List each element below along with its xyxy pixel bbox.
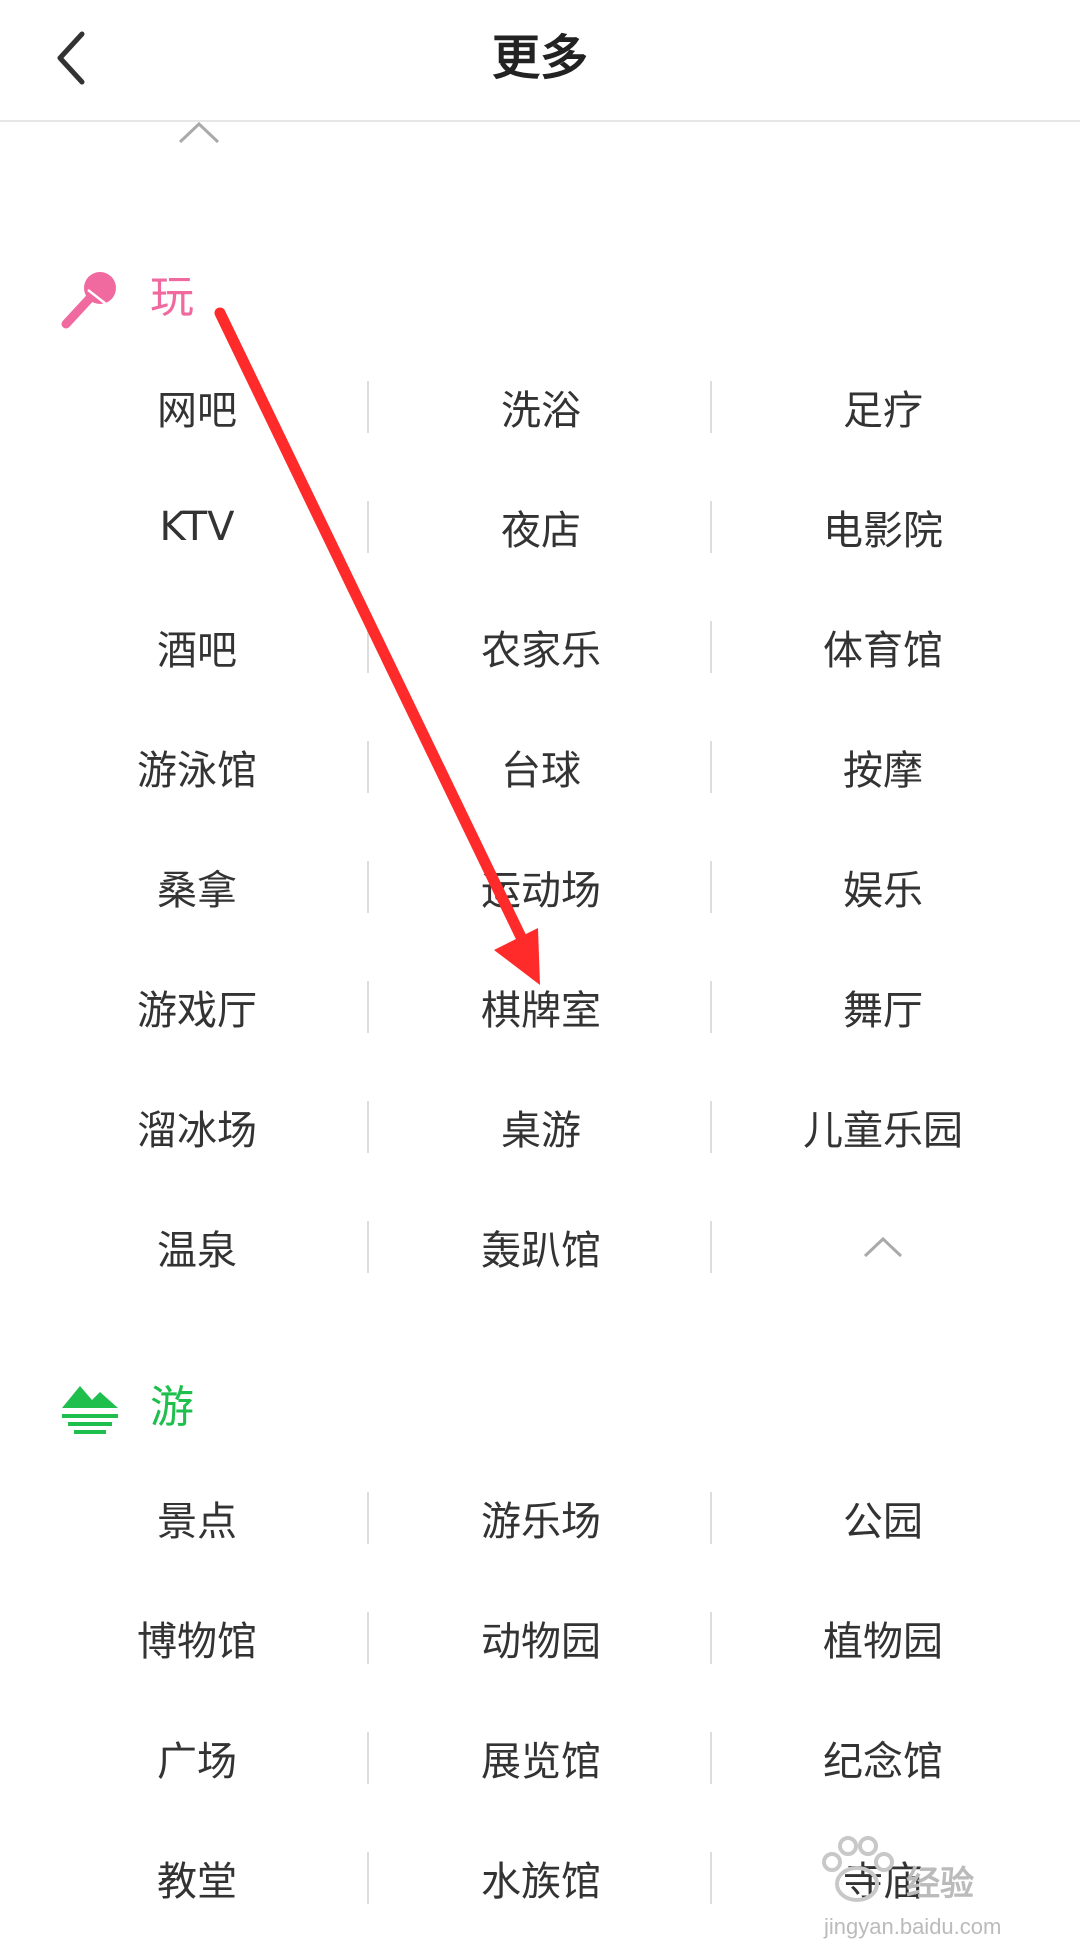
- category-item[interactable]: 台球: [370, 707, 712, 827]
- category-item-label: 轰趴馆: [481, 1228, 601, 1274]
- watermark-url: jingyan.baidu.com: [824, 1914, 1002, 1939]
- category-item-label: 教堂: [157, 1859, 237, 1905]
- category-item[interactable]: 棋牌室: [370, 947, 712, 1067]
- category-item[interactable]: 植物园: [712, 1578, 1054, 1698]
- category-item-label: 游戏厅: [137, 988, 257, 1034]
- category-item[interactable]: 广场: [26, 1698, 368, 1818]
- section-title-play: 玩: [150, 272, 194, 323]
- category-item[interactable]: 娱乐: [712, 827, 1054, 947]
- category-item[interactable]: 电影院: [712, 467, 1054, 587]
- category-item[interactable]: 足疗: [712, 347, 1054, 467]
- category-item[interactable]: 体育馆: [712, 587, 1054, 707]
- category-item[interactable]: 按摩: [712, 707, 1054, 827]
- category-item-label: 温泉: [157, 1228, 237, 1274]
- category-item[interactable]: 温泉: [26, 1187, 368, 1307]
- baidu-jingyan-watermark: 经验 jingyan.baidu.com: [806, 1828, 1066, 1948]
- section-title-travel: 游: [150, 1382, 194, 1433]
- top-bar: 更多: [0, 0, 1080, 122]
- category-item[interactable]: 网吧: [26, 347, 368, 467]
- chevron-up-icon: [863, 1236, 903, 1258]
- category-item-label: 儿童乐园: [803, 1108, 963, 1154]
- category-item[interactable]: 夜店: [370, 467, 712, 587]
- category-item[interactable]: 景点: [26, 1458, 368, 1578]
- category-item-label: 酒吧: [157, 628, 237, 674]
- category-item[interactable]: 动物园: [370, 1578, 712, 1698]
- category-item[interactable]: 儿童乐园: [712, 1067, 1054, 1187]
- section-header-travel: 游: [0, 1370, 1080, 1450]
- category-item-label: 溜冰场: [137, 1108, 257, 1154]
- category-item-label: 舞厅: [843, 988, 923, 1034]
- category-item-label: 游乐场: [481, 1499, 601, 1545]
- category-item-label: 植物园: [823, 1619, 943, 1665]
- category-item[interactable]: 桌游: [370, 1067, 712, 1187]
- category-item-label: 按摩: [843, 748, 923, 794]
- category-item[interactable]: 洗浴: [370, 347, 712, 467]
- category-item[interactable]: 游戏厅: [26, 947, 368, 1067]
- category-item-label: 体育馆: [823, 628, 943, 674]
- category-item[interactable]: 农家乐: [370, 587, 712, 707]
- category-item[interactable]: KTV: [26, 467, 368, 587]
- category-item-label: 水族馆: [481, 1859, 601, 1905]
- category-item-label: 娱乐: [843, 868, 923, 914]
- microphone-icon: [58, 268, 122, 332]
- category-item-label: 台球: [501, 748, 581, 794]
- category-item-label: 足疗: [843, 388, 923, 434]
- category-item-label: 桌游: [501, 1108, 581, 1154]
- collapse-section-button[interactable]: [712, 1187, 1054, 1307]
- category-item-label: 洗浴: [501, 388, 581, 434]
- category-item[interactable]: 展览馆: [370, 1698, 712, 1818]
- category-item[interactable]: 游泳馆: [26, 707, 368, 827]
- category-item-label: 电影院: [823, 508, 943, 554]
- category-item-label: 农家乐: [481, 628, 601, 674]
- category-item-label: 游泳馆: [137, 748, 257, 794]
- category-item-label: 运动场: [481, 868, 601, 914]
- category-item[interactable]: 教堂: [26, 1818, 368, 1938]
- category-item[interactable]: 桑拿: [26, 827, 368, 947]
- category-item[interactable]: 舞厅: [712, 947, 1054, 1067]
- category-item-label: 网吧: [157, 388, 237, 434]
- category-item-label: KTV: [159, 504, 235, 550]
- category-item-label: 展览馆: [481, 1739, 601, 1785]
- paw-logo-icon: [822, 1836, 894, 1902]
- section-header-play: 玩: [0, 260, 1080, 340]
- category-item[interactable]: 水族馆: [370, 1818, 712, 1938]
- category-item-label: 博物馆: [137, 1619, 257, 1665]
- category-item-label: 棋牌室: [481, 988, 601, 1034]
- category-item[interactable]: 纪念馆: [712, 1698, 1054, 1818]
- category-item-label: 夜店: [501, 508, 581, 554]
- category-item-label: 公园: [843, 1499, 923, 1545]
- category-item-label: 桑拿: [157, 868, 237, 914]
- category-item[interactable]: 酒吧: [26, 587, 368, 707]
- page-title: 更多: [491, 30, 588, 86]
- category-item[interactable]: 公园: [712, 1458, 1054, 1578]
- category-item[interactable]: 运动场: [370, 827, 712, 947]
- category-item-label: 纪念馆: [823, 1739, 943, 1785]
- category-item-label: 广场: [157, 1739, 237, 1785]
- category-item[interactable]: 轰趴馆: [370, 1187, 712, 1307]
- category-item[interactable]: 博物馆: [26, 1578, 368, 1698]
- chevron-up-icon: [178, 121, 220, 144]
- collapse-up-button[interactable]: [172, 118, 226, 148]
- category-item[interactable]: 溜冰场: [26, 1067, 368, 1187]
- category-item-label: 景点: [157, 1499, 237, 1545]
- category-item-label: 动物园: [481, 1619, 601, 1665]
- category-item[interactable]: 游乐场: [370, 1458, 712, 1578]
- mountain-icon: [58, 1378, 122, 1442]
- watermark-brand: 经验: [906, 1864, 974, 1904]
